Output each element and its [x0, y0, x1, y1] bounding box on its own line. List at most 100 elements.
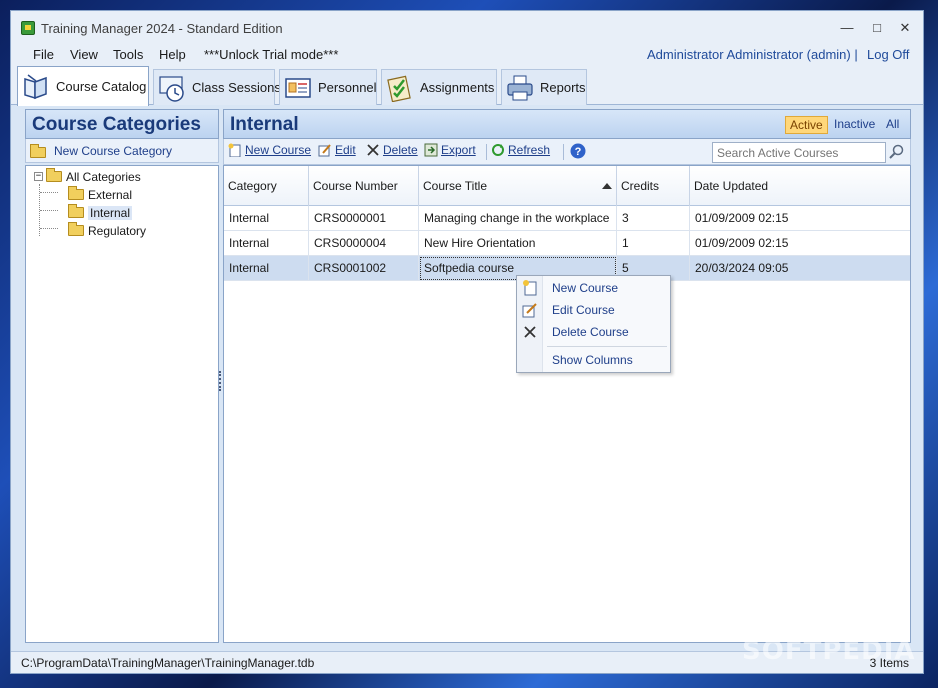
id-card-icon	[284, 74, 312, 102]
column-header-credits[interactable]: Credits	[617, 166, 690, 206]
delete-label: Delete	[383, 143, 418, 157]
cell-category: Internal	[224, 256, 309, 281]
grid-header: Category Course Number Course Title Cred…	[224, 166, 910, 206]
export-button[interactable]: Export	[424, 143, 476, 157]
cell-category: Internal	[224, 231, 309, 256]
help-button[interactable]: ?	[570, 143, 589, 159]
tab-reports[interactable]: Reports	[501, 69, 587, 105]
edit-icon	[318, 143, 332, 157]
tree-item-internal[interactable]: Internal	[68, 204, 133, 221]
log-off-link[interactable]: Log Off	[867, 47, 909, 62]
tree-item-label: Regulatory	[88, 223, 147, 238]
app-window: Training Manager 2024 - Standard Edition…	[10, 10, 924, 674]
collapse-toggle-icon[interactable]: −	[34, 172, 43, 181]
help-icon: ?	[570, 143, 586, 159]
new-course-category-button[interactable]: New Course Category	[25, 139, 219, 163]
title-bar: Training Manager 2024 - Standard Edition…	[11, 11, 923, 45]
refresh-button[interactable]: Refresh	[491, 143, 550, 157]
courses-header: Internal Active Inactive All	[223, 109, 911, 139]
edit-button[interactable]: Edit	[318, 143, 356, 157]
app-logo-icon	[21, 21, 35, 35]
context-new-course[interactable]: New Course	[517, 277, 670, 299]
new-course-label: New Course	[245, 143, 312, 157]
context-menu: New Course Edit Course Delete Course Sho…	[516, 275, 671, 373]
tree-item-label: External	[88, 187, 133, 202]
filter-inactive[interactable]: Inactive	[830, 116, 879, 132]
folder-icon	[68, 222, 84, 236]
clock-icon	[158, 74, 186, 102]
cell-date-updated: 20/03/2024 09:05	[695, 261, 789, 275]
menu-bar: File View Tools Help ***Unlock Trial mod…	[11, 45, 923, 65]
export-icon	[424, 143, 438, 157]
toolbar-separator	[486, 144, 487, 160]
maximize-button[interactable]: □	[867, 19, 887, 37]
filter-all[interactable]: All	[882, 116, 903, 132]
delete-x-icon	[522, 324, 538, 340]
softpedia-watermark: SOFTPEDIA	[742, 636, 916, 666]
tree-item-external[interactable]: External	[68, 186, 132, 203]
tree-connector	[40, 192, 58, 193]
tab-label: Personnel	[318, 80, 377, 95]
column-header-category[interactable]: Category	[224, 166, 309, 206]
unlock-trial-link[interactable]: ***Unlock Trial mode***	[204, 47, 338, 62]
cell-course-number: CRS0001002	[309, 256, 419, 281]
search-icon[interactable]	[889, 144, 905, 160]
menu-tools[interactable]: Tools	[113, 47, 143, 62]
context-show-columns[interactable]: Show Columns	[517, 349, 670, 371]
refresh-label: Refresh	[508, 143, 551, 157]
svg-text:?: ?	[575, 146, 582, 158]
cell-category: Internal	[224, 206, 309, 231]
context-item-label: New Course	[552, 281, 619, 295]
new-course-button[interactable]: New Course	[228, 143, 312, 158]
column-header-course-number[interactable]: Course Number	[309, 166, 419, 206]
minimize-button[interactable]: —	[837, 19, 857, 37]
column-header-course-title[interactable]: Course Title	[419, 166, 617, 206]
cell-date-updated: 01/09/2009 02:15	[695, 236, 789, 250]
tab-class-sessions[interactable]: Class Sessions	[153, 69, 281, 105]
database-path: C:\ProgramData\TrainingManager\TrainingM…	[21, 656, 315, 670]
filter-active[interactable]: Active	[785, 116, 828, 134]
edit-label: Edit	[335, 143, 356, 157]
edit-icon	[522, 302, 538, 318]
context-item-label: Edit Course	[552, 303, 615, 317]
menu-file[interactable]: File	[33, 47, 54, 62]
column-header-date-updated[interactable]: Date Updated	[690, 166, 910, 206]
courses-pane: Internal Active Inactive All New Course …	[223, 109, 911, 643]
table-row[interactable]: Internal CRS0000001 Managing change in t…	[224, 206, 910, 231]
tab-label: Reports	[540, 80, 586, 95]
table-row[interactable]: Internal CRS0000004 New Hire Orientation…	[224, 231, 910, 256]
new-document-icon	[522, 280, 538, 296]
tree-connector	[40, 210, 58, 211]
courses-toolbar: New Course Edit Delete Export Refresh ?	[223, 139, 911, 165]
cell-course-title: New Hire Orientation	[419, 231, 617, 256]
search-input[interactable]	[712, 142, 886, 163]
delete-button[interactable]: Delete	[366, 143, 418, 157]
new-document-icon	[228, 143, 242, 158]
menu-help[interactable]: Help	[159, 47, 186, 62]
tree-connector	[40, 228, 58, 229]
menu-view[interactable]: View	[70, 47, 98, 62]
folder-icon	[46, 168, 62, 182]
context-delete-course[interactable]: Delete Course	[517, 321, 670, 343]
export-label: Export	[441, 143, 476, 157]
course-grid: Category Course Number Course Title Cred…	[223, 165, 911, 643]
tree-item-all-categories[interactable]: − All Categories	[34, 168, 141, 185]
sort-ascending-icon	[602, 183, 612, 189]
tab-personnel[interactable]: Personnel	[279, 69, 377, 105]
cell-date-updated: 01/09/2009 02:15	[695, 211, 789, 225]
cell-credits: 3	[617, 206, 690, 231]
printer-icon	[506, 74, 534, 102]
tree-item-regulatory[interactable]: Regulatory	[68, 222, 146, 239]
pane-splitter[interactable]	[219, 371, 222, 391]
context-item-label: Show Columns	[552, 353, 633, 367]
close-button[interactable]: ✕	[895, 19, 915, 37]
courses-title: Internal	[230, 114, 299, 135]
context-edit-course[interactable]: Edit Course	[517, 299, 670, 321]
tab-assignments[interactable]: Assignments	[381, 69, 497, 105]
tab-course-catalog[interactable]: Course Catalog	[17, 66, 149, 106]
main-tabs: Course Catalog Class Sessions Personnel …	[11, 65, 923, 106]
tree-item-label: Internal	[88, 205, 133, 220]
context-menu-separator	[547, 346, 667, 347]
delete-x-icon	[366, 143, 380, 157]
book-icon	[22, 73, 50, 101]
